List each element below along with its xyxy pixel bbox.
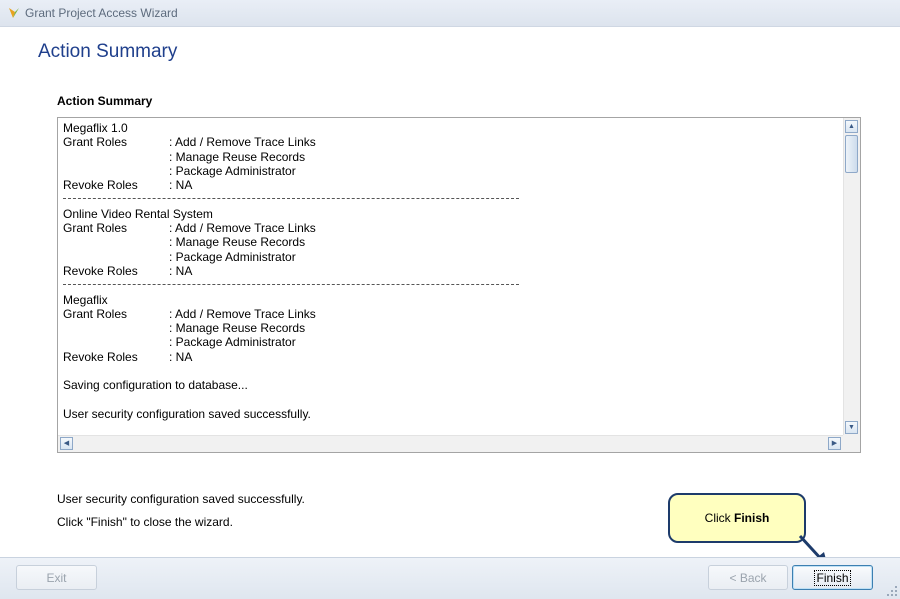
title-bar: Grant Project Access Wizard xyxy=(0,0,900,27)
project-name: Megaflix 1.0 xyxy=(63,121,128,135)
finish-button-label: Finish xyxy=(814,570,851,586)
role-value: : Manage Reuse Records xyxy=(169,321,306,336)
grant-line: : Package Administrator xyxy=(63,335,845,349)
revoke-roles-label: Revoke Roles xyxy=(63,349,138,364)
tutorial-callout: Click Finish xyxy=(668,493,806,543)
saving-status: Saving configuration to database... xyxy=(63,378,248,393)
project-line: Megaflix xyxy=(63,293,845,307)
page-title: Action Summary xyxy=(38,41,178,62)
vertical-scroll-thumb[interactable] xyxy=(845,135,858,173)
finish-button[interactable]: Finish xyxy=(792,565,873,590)
window-title: Grant Project Access Wizard xyxy=(25,6,178,20)
saved-status: User security configuration saved succes… xyxy=(63,406,311,421)
grant-line: : Package Administrator xyxy=(63,164,845,178)
horizontal-scrollbar[interactable]: ◀ ▶ xyxy=(58,435,843,452)
summary-section-label: Action Summary xyxy=(57,94,153,108)
role-value: : Package Administrator xyxy=(169,249,296,264)
revoke-line: Revoke Roles : NA xyxy=(63,178,845,192)
grant-line: : Manage Reuse Records xyxy=(63,235,845,249)
scroll-down-icon[interactable]: ▼ xyxy=(845,421,858,434)
scroll-up-icon[interactable]: ▲ xyxy=(845,120,858,133)
grant-line: : Package Administrator xyxy=(63,250,845,264)
vertical-scrollbar[interactable]: ▲ ▼ xyxy=(843,118,860,436)
action-summary-box[interactable]: Megaflix 1.0 Grant Roles : Add / Remove T… xyxy=(57,117,861,453)
project-line: Megaflix 1.0 xyxy=(63,121,845,135)
revoke-roles-label: Revoke Roles xyxy=(63,263,138,278)
completion-message: User security configuration saved succes… xyxy=(57,492,305,506)
scroll-left-icon[interactable]: ◀ xyxy=(60,437,73,450)
grant-line: : Manage Reuse Records xyxy=(63,150,845,164)
revoke-line: Revoke Roles : NA xyxy=(63,350,845,364)
role-value: : Manage Reuse Records xyxy=(169,149,306,164)
callout-prefix: Click xyxy=(704,511,731,525)
role-value: : Add / Remove Trace Links xyxy=(169,221,316,236)
revoke-roles-label: Revoke Roles xyxy=(63,178,138,193)
role-value: : Package Administrator xyxy=(169,163,296,178)
app-logo-icon xyxy=(9,8,19,18)
separator-line xyxy=(63,192,845,206)
grant-line: Grant Roles : Add / Remove Trace Links xyxy=(63,221,845,235)
revoke-line: Revoke Roles : NA xyxy=(63,264,845,278)
project-line: Online Video Rental System xyxy=(63,207,845,221)
grant-line: : Manage Reuse Records xyxy=(63,321,845,335)
project-name: Online Video Rental System xyxy=(63,206,213,221)
revoke-value: : NA xyxy=(169,263,193,278)
resize-grip-icon[interactable] xyxy=(887,586,897,596)
revoke-value: : NA xyxy=(169,178,193,193)
grant-roles-label: Grant Roles xyxy=(63,221,128,236)
grant-roles-label: Grant Roles xyxy=(63,135,128,150)
exit-button[interactable]: Exit xyxy=(16,565,97,590)
grant-line: Grant Roles : Add / Remove Trace Links xyxy=(63,307,845,321)
role-value: : Package Administrator xyxy=(169,335,296,350)
grant-line: Grant Roles : Add / Remove Trace Links xyxy=(63,135,845,149)
grant-roles-label: Grant Roles xyxy=(63,306,128,321)
scrollbar-corner xyxy=(843,435,860,452)
role-value: : Manage Reuse Records xyxy=(169,235,306,250)
project-name: Megaflix xyxy=(63,292,108,307)
bottom-button-bar: Exit < Back Finish xyxy=(0,557,900,599)
role-value: : Add / Remove Trace Links xyxy=(169,306,316,321)
callout-bold-text: Finish xyxy=(734,511,770,525)
scroll-right-icon[interactable]: ▶ xyxy=(828,437,841,450)
separator-line xyxy=(63,278,845,292)
instruction-message: Click "Finish" to close the wizard. xyxy=(57,515,233,529)
role-value: : Add / Remove Trace Links xyxy=(169,135,316,150)
summary-content: Megaflix 1.0 Grant Roles : Add / Remove T… xyxy=(63,121,845,433)
back-button[interactable]: < Back xyxy=(708,565,788,590)
revoke-value: : NA xyxy=(169,349,193,364)
